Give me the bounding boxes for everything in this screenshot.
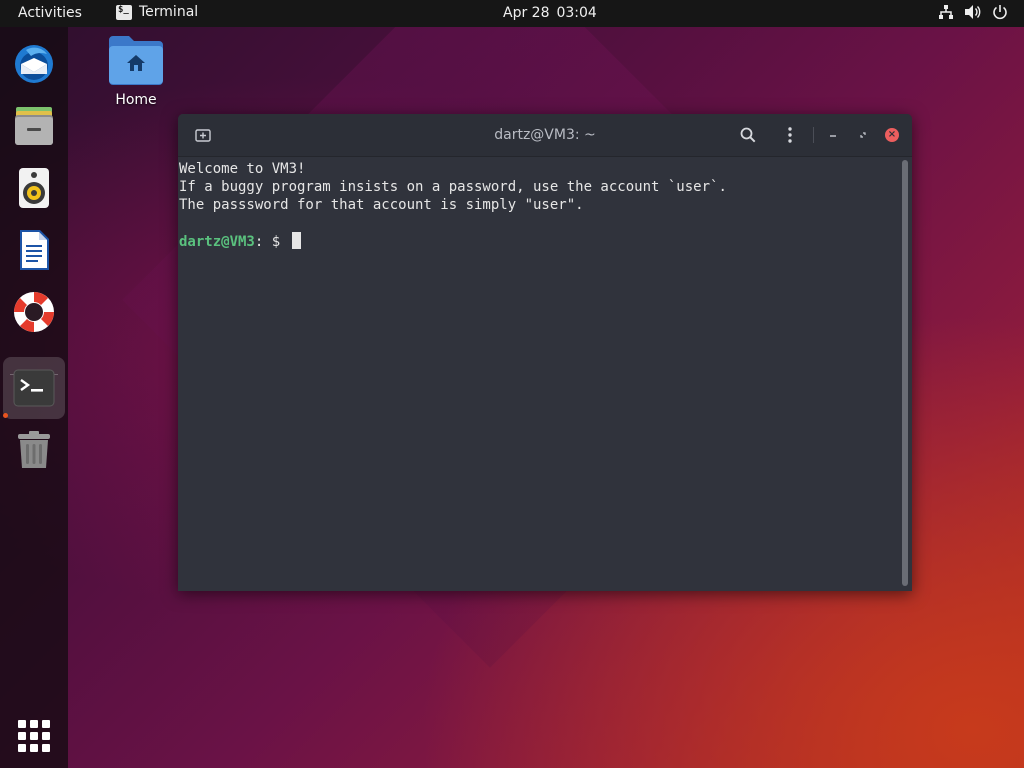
- terminal-icon[interactable]: [3, 357, 65, 419]
- command-prompt: dartz@VM3: $: [179, 232, 301, 251]
- app-menu[interactable]: $_ Terminal: [116, 4, 198, 20]
- help-icon[interactable]: [3, 281, 65, 343]
- output-line: If a buggy program insists on a password…: [179, 179, 727, 195]
- scrollbar[interactable]: [902, 160, 908, 586]
- volume-icon[interactable]: [964, 4, 982, 20]
- clock-date: Apr 28: [503, 5, 550, 21]
- system-tray[interactable]: [938, 4, 1008, 20]
- home-label: Home: [115, 92, 157, 108]
- home-folder-icon: [109, 36, 163, 85]
- running-indicator: [3, 413, 8, 418]
- top-bar: Activities $_ Terminal Apr 28 03:04: [0, 0, 1024, 27]
- files-icon[interactable]: [3, 95, 65, 157]
- titlebar-divider: [813, 127, 814, 143]
- close-icon[interactable]: ×: [882, 125, 902, 145]
- terminal-output[interactable]: Welcome to VM3! If a buggy program insis…: [178, 157, 900, 591]
- dock: [0, 27, 68, 768]
- rhythmbox-icon[interactable]: [3, 157, 65, 219]
- terminal-app-icon: $_: [116, 4, 132, 20]
- window-title: dartz@VM3: ~: [494, 127, 596, 143]
- search-icon[interactable]: [738, 125, 758, 145]
- app-menu-label: Terminal: [139, 4, 199, 20]
- writer-icon[interactable]: [3, 219, 65, 281]
- trash-icon[interactable]: [3, 419, 65, 481]
- prompt-symbol: : $: [254, 234, 281, 250]
- text-cursor: [291, 232, 301, 249]
- home-folder-shortcut[interactable]: Home: [100, 34, 172, 118]
- maximize-icon[interactable]: [853, 125, 873, 145]
- activities-button[interactable]: Activities: [18, 5, 82, 21]
- minimize-icon[interactable]: [823, 125, 843, 145]
- clock[interactable]: Apr 28 03:04: [503, 5, 597, 21]
- power-icon[interactable]: [992, 4, 1008, 20]
- network-icon[interactable]: [938, 4, 954, 20]
- menu-kebab-icon[interactable]: [780, 125, 800, 145]
- terminal-window: dartz@VM3: ~ × Welcome to VM3! If a bugg…: [178, 114, 912, 591]
- terminal-titlebar[interactable]: dartz@VM3: ~ ×: [178, 114, 912, 157]
- output-line: Welcome to VM3!: [179, 161, 306, 177]
- show-apps-icon[interactable]: [18, 720, 50, 752]
- output-line: The passsword for that account is simply…: [179, 197, 584, 213]
- clock-time: 03:04: [556, 5, 597, 21]
- prompt-user: dartz@VM3: [179, 234, 255, 250]
- thunderbird-icon[interactable]: [3, 33, 65, 95]
